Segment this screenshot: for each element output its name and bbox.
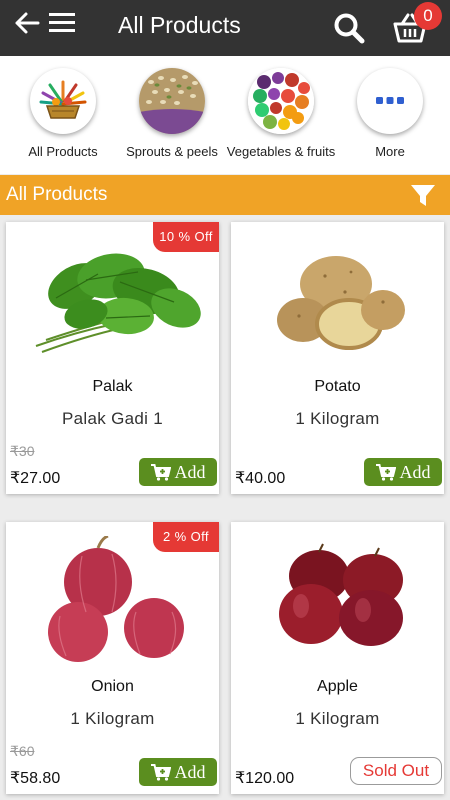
- app-bar: All Products 0: [0, 0, 450, 56]
- section-header: All Products: [0, 175, 450, 215]
- product-name: Apple: [317, 678, 358, 695]
- category-all-products[interactable]: All Products: [8, 68, 118, 159]
- product-price: ₹27.00: [10, 470, 61, 487]
- sprouts-image: [139, 68, 205, 134]
- add-to-cart-button[interactable]: Add: [139, 458, 217, 486]
- vegetables-image: [248, 68, 314, 134]
- sold-out-badge: Sold Out: [350, 757, 442, 785]
- hamburger-menu-icon[interactable]: [49, 12, 75, 34]
- potato-image: [277, 256, 405, 350]
- add-to-cart-button[interactable]: Add: [139, 758, 217, 786]
- page-title: All Products: [118, 12, 241, 38]
- discount-badge: 2 % Off: [153, 522, 219, 552]
- filter-icon[interactable]: [410, 183, 436, 209]
- palak-image: [35, 253, 201, 353]
- search-icon[interactable]: [333, 12, 365, 44]
- product-card-apple[interactable]: Apple 1 Kilogram ₹120.00 Sold Out: [231, 522, 444, 794]
- product-name: Onion: [91, 678, 134, 695]
- cart-plus-icon: [150, 463, 171, 481]
- category-label: Sprouts & peels: [126, 144, 218, 159]
- category-more[interactable]: More: [335, 68, 445, 159]
- product-price: ₹58.80: [10, 770, 61, 787]
- add-button-label: Add: [399, 461, 431, 482]
- section-title: All Products: [6, 184, 108, 205]
- discount-badge: 10 % Off: [153, 222, 219, 252]
- cart-count-badge: 0: [414, 2, 442, 30]
- category-sprouts[interactable]: Sprouts & peels: [117, 68, 227, 159]
- category-strip: All Products Sprouts & peels Vegetables …: [0, 56, 450, 174]
- product-card-potato[interactable]: Potato 1 Kilogram ₹40.00 Add: [231, 222, 444, 494]
- category-label: More: [375, 144, 405, 159]
- product-unit: 1 Kilogram: [295, 709, 380, 728]
- cart-plus-icon: [375, 463, 396, 481]
- category-label: All Products: [28, 144, 98, 159]
- back-arrow-icon[interactable]: [14, 10, 40, 36]
- product-card-onion[interactable]: 2 % Off Onion 1 Kilogram ₹60 ₹58.80 Add: [6, 522, 219, 794]
- add-button-label: Add: [174, 461, 206, 482]
- category-label: Vegetables & fruits: [226, 144, 336, 159]
- product-unit: Palak Gadi 1: [62, 409, 163, 428]
- cart-plus-icon: [150, 763, 171, 781]
- original-price: ₹60: [10, 743, 35, 759]
- original-price: ₹30: [10, 443, 35, 459]
- product-unit: 1 Kilogram: [70, 709, 155, 728]
- basket-logo-icon: [30, 68, 96, 134]
- onion-image: [48, 536, 184, 662]
- product-price: ₹40.00: [235, 470, 286, 487]
- product-card-palak[interactable]: 10 % Off Palak Palak Gadi 1 ₹30 ₹27.00 A…: [6, 222, 219, 494]
- more-dots-icon: [357, 68, 423, 134]
- apple-image: [279, 543, 403, 646]
- category-vegetables[interactable]: Vegetables & fruits: [226, 68, 336, 159]
- product-name: Potato: [314, 378, 361, 395]
- product-name: Palak: [92, 378, 133, 395]
- add-button-label: Add: [174, 761, 206, 782]
- product-price: ₹120.00: [235, 770, 295, 787]
- product-unit: 1 Kilogram: [295, 409, 380, 428]
- add-to-cart-button[interactable]: Add: [364, 458, 442, 486]
